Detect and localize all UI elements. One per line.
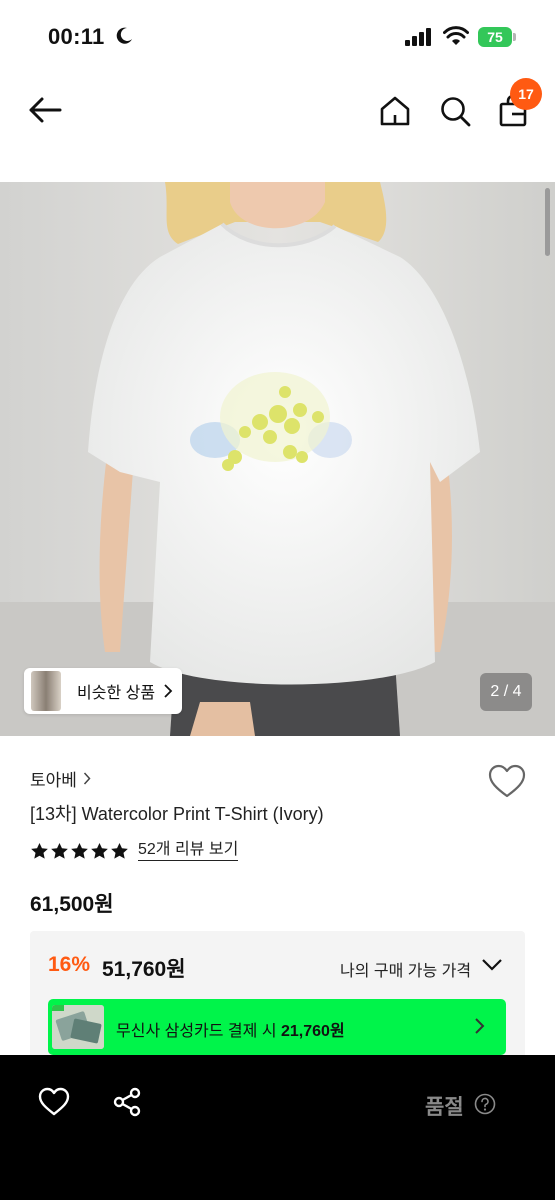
discount-price: 51,760원 [102,958,186,981]
brand-link[interactable]: 토아베 [30,766,91,791]
star-icon [91,842,108,859]
signal-icon [405,28,431,46]
heart-icon[interactable] [488,764,526,800]
chevron-down-icon[interactable] [481,958,503,972]
star-icon [111,842,128,859]
chevron-right-icon [83,772,91,785]
product-photo [0,182,555,736]
chevron-right-icon [164,684,173,698]
back-arrow-icon [29,97,62,123]
bottom-action-bar: 품절 [0,1055,555,1200]
home-button[interactable] [374,90,416,132]
soldout-label: 품절 [425,1096,464,1119]
original-price: 61,500원 [30,893,114,916]
discount-rate: 16% [48,953,91,976]
brand-name: 토아베 [30,771,77,790]
top-nav-bar [0,70,555,180]
status-time: 00:11 [48,24,105,49]
home-icon [380,96,410,126]
star-icon [31,842,48,859]
moon-icon [116,27,132,44]
price-box: 16% 51,760원 나의 구매 가능 가격 무신사 삼성카드 결제 시 21… [30,931,525,1061]
status-bar: 00:11 75 [0,0,555,70]
similar-products-label: 비슷한 상품 [77,685,156,702]
star-icon [71,842,88,859]
battery-indicator: 75 [478,27,516,47]
rating-row: 52개 리뷰 보기 [30,840,239,861]
buyable-price-toggle[interactable]: 나의 구매 가능 가격 [340,957,471,981]
image-counter: 2 / 4 [480,673,532,711]
card-promo-text: 무신사 삼성카드 결제 시 21,760원 [116,1023,345,1040]
card-promo-price: 21,760원 [281,1023,345,1040]
star-icon [51,842,68,859]
search-icon [441,97,471,127]
heart-icon[interactable] [38,1087,70,1117]
similar-products-button[interactable]: 비슷한 상품 [24,668,182,714]
image-scrollbar[interactable] [545,188,550,256]
share-icon[interactable] [112,1087,142,1117]
product-title: [13차] Watercolor Print T-Shirt (Ivory) [30,804,324,824]
similar-product-thumbnail [31,671,61,711]
cart-count-badge: 17 [510,78,542,110]
card-promo-image [52,1005,104,1049]
wifi-icon [443,26,469,45]
product-image-carousel[interactable]: 비슷한 상품 2 / 4 [0,182,555,736]
card-promo-banner[interactable]: 무신사 삼성카드 결제 시 21,760원 [48,999,506,1055]
chevron-right-icon [475,1018,485,1034]
help-icon[interactable] [474,1093,496,1115]
battery-level: 75 [478,27,512,47]
back-button[interactable] [22,90,68,130]
search-button[interactable] [434,90,476,132]
review-link[interactable]: 52개 리뷰 보기 [138,840,239,861]
rating-stars [30,842,130,860]
